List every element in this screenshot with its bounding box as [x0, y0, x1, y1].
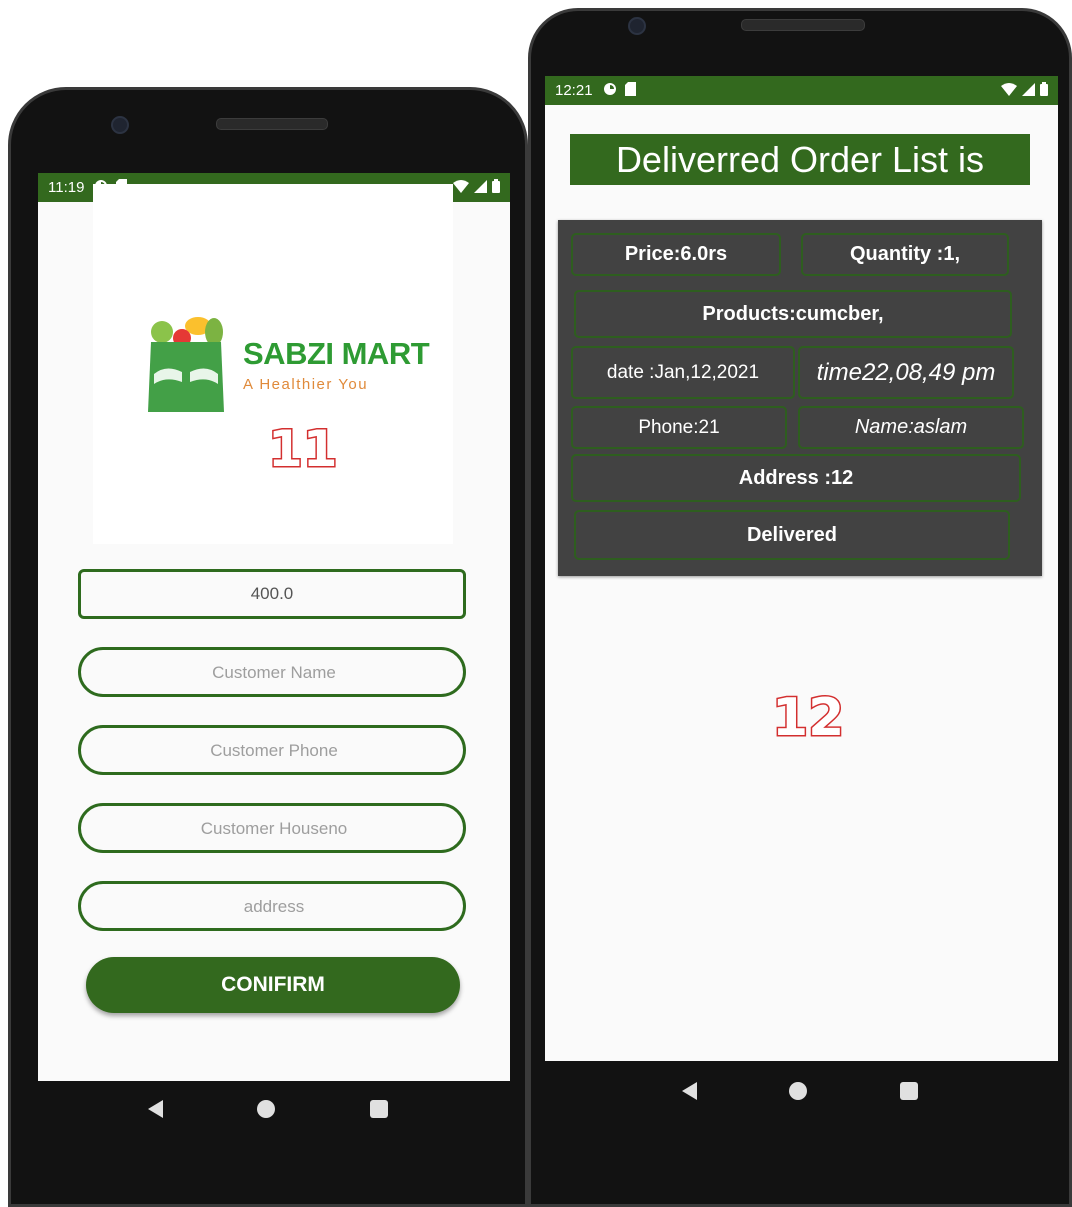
address-field[interactable] [78, 881, 467, 931]
data-saver-icon [603, 82, 617, 100]
page-title: Deliverred Order List is [570, 134, 1030, 185]
recents-icon[interactable] [369, 1100, 388, 1118]
customer-phone-input[interactable] [81, 728, 467, 774]
signal-icon [474, 179, 487, 197]
order-card[interactable]: Price:6.0rs Quantity :1, Products:cumcbe… [558, 220, 1042, 576]
customer-name: Name:aslam [798, 406, 1024, 449]
wifi-icon [1001, 82, 1017, 100]
order-quantity: Quantity :1, [801, 233, 1009, 276]
brand-tagline: A Healthier You [243, 376, 369, 393]
home-icon[interactable] [789, 1082, 808, 1100]
screen-number-label: 11 [267, 419, 340, 480]
battery-icon [1040, 82, 1048, 100]
navigation-bar [11, 1100, 525, 1118]
recents-icon[interactable] [899, 1082, 918, 1100]
status-time: 12:21 [555, 82, 593, 99]
address-input[interactable] [81, 884, 467, 930]
brand-name: SABZI MART [243, 336, 430, 371]
phone-right: 12:21 Deliverred Order List is Price:6.0… [528, 8, 1072, 1207]
customer-address: Address :12 [571, 454, 1021, 502]
status-bar: 12:21 [545, 76, 1058, 105]
signal-icon [1022, 82, 1035, 100]
order-products: Products:cumcber, [574, 290, 1012, 338]
order-date: date :Jan,12,2021 [571, 346, 795, 399]
delivered-orders-screen: 12:21 Deliverred Order List is Price:6.0… [545, 76, 1058, 1061]
front-camera [111, 116, 129, 134]
customer-name-input[interactable] [81, 650, 467, 696]
earpiece-speaker [741, 19, 865, 31]
customer-houseno-field[interactable] [78, 803, 467, 853]
status-time: 11:19 [48, 179, 85, 196]
order-status: Delivered [574, 510, 1010, 560]
price-field[interactable]: 400.0 [78, 569, 466, 619]
wifi-icon [453, 179, 469, 197]
phone-left: 11:19 SABZI MART A Healthier You 11 400.… [8, 87, 528, 1207]
back-icon[interactable] [148, 1100, 164, 1118]
front-camera [628, 17, 646, 35]
confirm-button[interactable]: CONIFIRM [86, 957, 460, 1013]
customer-phone-field[interactable] [78, 725, 467, 775]
order-price: Price:6.0rs [571, 233, 781, 276]
customer-name-field[interactable] [78, 647, 467, 697]
customer-phone: Phone:21 [571, 406, 787, 449]
home-icon[interactable] [257, 1100, 276, 1118]
customer-houseno-input[interactable] [81, 806, 467, 852]
order-form-screen: 11:19 SABZI MART A Healthier You 11 400.… [38, 173, 510, 1081]
earpiece-speaker [216, 118, 328, 130]
brand-logo: SABZI MART A Healthier You 11 [93, 184, 453, 544]
back-icon[interactable] [682, 1082, 698, 1100]
grocery-bag-icon [148, 317, 224, 412]
battery-icon [492, 179, 500, 197]
sim-card-icon [624, 81, 636, 100]
order-time: time22,08,49 pm [798, 346, 1014, 399]
navigation-bar [531, 1082, 1069, 1100]
screen-number-label: 12 [770, 687, 845, 750]
